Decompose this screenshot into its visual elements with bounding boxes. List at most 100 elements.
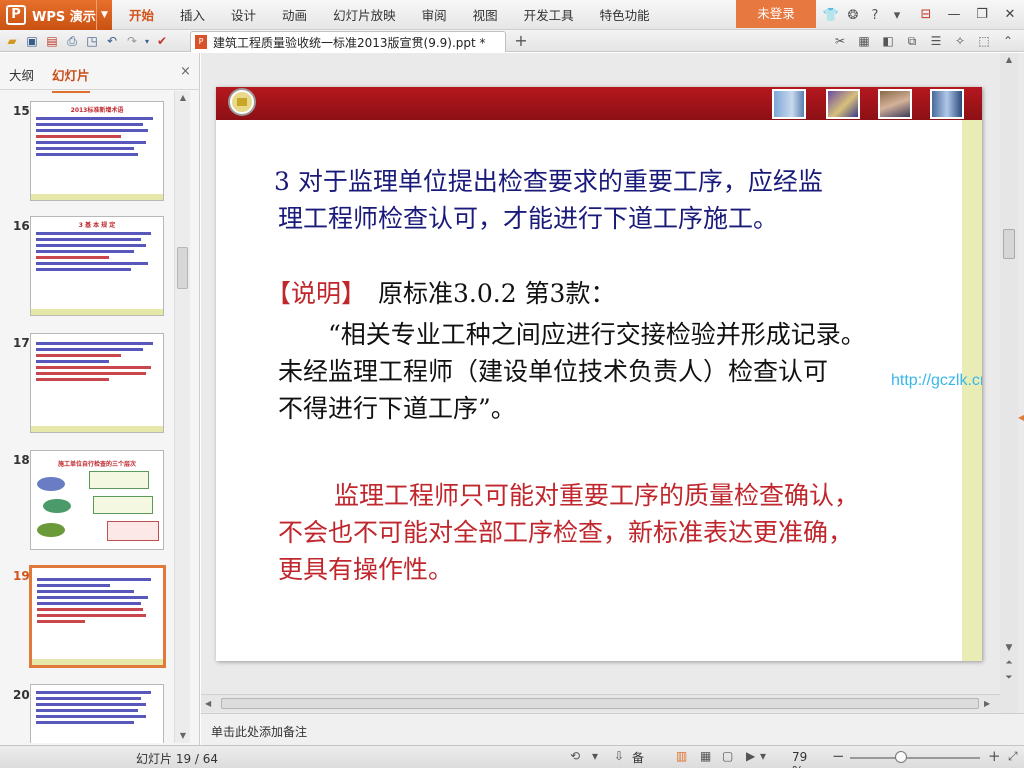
tab-slides[interactable]: 幻灯片	[52, 65, 90, 93]
align-icon[interactable]: ☰	[924, 34, 948, 48]
main-menu: 开始 插入 设计 动画 幻灯片放映 审阅 视图 开发工具 特色功能	[116, 0, 663, 30]
transition-icon[interactable]: ◧	[876, 34, 900, 48]
close-icon[interactable]: ✕	[996, 0, 1024, 30]
slide-panel: 大纲 幻灯片 × 15 2013标准新增术语 16 3 基 本 规 定 17 1…	[0, 53, 200, 745]
menu-animation[interactable]: 动画	[269, 0, 320, 30]
menu-developer[interactable]: 开发工具	[511, 0, 587, 30]
export-pdf-icon[interactable]: ▤	[42, 34, 62, 48]
horizontal-scrollbar[interactable]: ◀ ▶	[201, 694, 1000, 712]
ppt-file-icon: P	[195, 35, 207, 49]
slide-body-line[interactable]: 理工程师检查认可，才能进行下道工序施工。	[278, 199, 778, 235]
panel-expand-icon[interactable]: ◀	[1018, 413, 1024, 422]
slide-thumbnail-16[interactable]: 3 基 本 规 定	[30, 216, 164, 316]
conclusion-line[interactable]: 监理工程师只可能对重要工序的质量检查确认，	[334, 476, 859, 512]
app-menu-button[interactable]: P WPS 演示 ▼	[0, 0, 112, 30]
slide-sorter-icon[interactable]: ▦	[700, 749, 711, 763]
notes-placeholder[interactable]: 单击此处添加备注	[211, 723, 307, 740]
previous-slide-icon[interactable]: ⏶	[1000, 656, 1018, 671]
menu-insert[interactable]: 插入	[167, 0, 218, 30]
open-folder-icon[interactable]: ▰	[2, 34, 22, 48]
current-slide[interactable]: 3 对于监理单位提出检查要求的重要工序，应经监 理工程师检查认可，才能进行下道工…	[216, 87, 982, 661]
notes-pane[interactable]: 单击此处添加备注	[201, 713, 1024, 745]
scroll-down-icon[interactable]: ▼	[1000, 641, 1018, 656]
skin-icon[interactable]: ❂	[842, 8, 864, 23]
normal-view-icon[interactable]: ▥	[676, 749, 687, 763]
reading-view-icon[interactable]: ▢	[722, 749, 733, 763]
help-icon[interactable]: ?	[864, 8, 886, 23]
select-icon[interactable]: ⬚	[972, 34, 996, 48]
restore-icon[interactable]: ❐	[968, 0, 996, 30]
document-tab[interactable]: P 建筑工程质量验收统一标准2013版宣贯(9.9).ppt *	[190, 31, 506, 52]
slide-thumbnail-20[interactable]	[30, 684, 164, 743]
undo-icon[interactable]: ↶	[102, 34, 122, 48]
scroll-up-icon[interactable]: ▲	[1000, 53, 1018, 67]
notes-icon[interactable]: ⇩	[614, 749, 624, 763]
minimize-icon[interactable]: —	[940, 0, 968, 30]
right-toolbar-icons: ✂ ▦ ◧ ⧉ ☰ ✧ ⬚ ⌃	[828, 30, 1020, 52]
slide-thumbnail-19[interactable]	[29, 565, 166, 668]
conclusion-line[interactable]: 不会也不可能对全部工序检查，新标准表达更准确，	[278, 513, 853, 549]
scroll-thumb[interactable]	[177, 247, 188, 289]
login-button[interactable]: 未登录	[736, 0, 816, 28]
vertical-scrollbar[interactable]: ▲ ▼ ⏶ ⏷	[1000, 53, 1018, 713]
menu-home[interactable]: 开始	[116, 0, 167, 30]
save-icon[interactable]: ▣	[22, 34, 42, 48]
menu-review[interactable]: 审阅	[409, 0, 460, 30]
slide-body-line[interactable]: 3 对于监理单位提出检查要求的重要工序，应经监	[274, 162, 823, 198]
menu-slideshow[interactable]: 幻灯片放映	[320, 0, 409, 30]
zoom-out-button[interactable]: −	[832, 747, 845, 765]
note-text[interactable]: 原标准3.0.2 第3款：	[378, 274, 615, 310]
tab-outline[interactable]: 大纲	[9, 65, 34, 84]
shirt-icon[interactable]: 👕	[820, 8, 842, 23]
scroll-up-icon[interactable]: ▲	[175, 91, 191, 105]
arrange-icon[interactable]: ⧉	[900, 34, 924, 49]
thumbnail-scrollbar[interactable]: ▲ ▼	[174, 91, 190, 743]
zoom-slider[interactable]	[850, 757, 980, 759]
format-painter-icon[interactable]: ✂	[828, 34, 852, 48]
scroll-left-icon[interactable]: ◀	[205, 695, 211, 713]
redo-icon[interactable]: ↷	[122, 34, 142, 48]
menu-features[interactable]: 特色功能	[587, 0, 663, 30]
quick-toolbar: ▰ ▣ ▤ ⎙ ◳ ↶ ↷ ▾ ✔ P 建筑工程质量验收统一标准2013版宣贯(…	[0, 30, 1024, 52]
chevron-down-icon[interactable]: ▾	[142, 37, 152, 46]
print-icon[interactable]: ⎙	[62, 34, 82, 49]
quote-line[interactable]: 不得进行下道工序”。	[278, 389, 516, 425]
scroll-thumb[interactable]	[1003, 229, 1015, 259]
scroll-down-icon[interactable]: ▼	[175, 729, 191, 743]
menu-view[interactable]: 视图	[460, 0, 511, 30]
slide-thumbnail-17[interactable]	[30, 333, 164, 433]
slide-thumbnail-18[interactable]: 施工单位自行检查的三个层次	[30, 450, 164, 550]
app-name: WPS 演示	[32, 9, 96, 25]
slide-header-band	[216, 87, 982, 120]
collapse-icon[interactable]: ⊟	[912, 0, 940, 30]
new-tab-button[interactable]: +	[512, 30, 530, 52]
note-label[interactable]: 【说明】	[266, 274, 366, 310]
history-icon[interactable]: ⟲	[570, 749, 580, 763]
close-icon[interactable]: ×	[180, 64, 191, 79]
slide-thumbnail-15[interactable]: 2013标准新增术语	[30, 101, 164, 201]
fit-window-icon[interactable]: ⤢	[1008, 749, 1018, 764]
notes-toggle[interactable]: 备注	[632, 749, 644, 768]
scroll-thumb[interactable]	[221, 698, 979, 709]
thumbnail-number: 17	[13, 336, 30, 350]
chevron-down-icon[interactable]: ▾	[760, 749, 766, 763]
menu-design[interactable]: 设计	[218, 0, 269, 30]
chevron-down-icon[interactable]: ▾	[592, 749, 598, 763]
slideshow-icon[interactable]: ▶	[746, 749, 755, 763]
conclusion-line[interactable]: 更具有操作性。	[278, 550, 453, 586]
zoom-in-button[interactable]: +	[988, 747, 1001, 765]
find-icon[interactable]: ✧	[948, 34, 972, 48]
chevron-down-icon[interactable]: ▼	[96, 0, 112, 30]
print-preview-icon[interactable]: ◳	[82, 34, 102, 48]
scroll-right-icon[interactable]: ▶	[984, 695, 990, 713]
quote-line[interactable]: “相关专业工种之间应进行交接检验并形成记录。	[328, 315, 866, 351]
checkmark-icon[interactable]: ✔	[152, 34, 172, 48]
building-photo-icon	[930, 89, 964, 119]
quote-line[interactable]: 未经监理工程师（建设单位技术负责人）检查认可	[278, 352, 828, 388]
quick-access-tools: ▰ ▣ ▤ ⎙ ◳ ↶ ↷ ▾ ✔	[2, 30, 172, 52]
zoom-slider-handle[interactable]	[895, 751, 907, 763]
chevron-up-icon[interactable]: ⌃	[996, 34, 1020, 48]
slide-layout-icon[interactable]: ▦	[852, 34, 876, 48]
next-slide-icon[interactable]: ⏷	[1000, 671, 1018, 686]
chevron-down-icon[interactable]: ▾	[886, 8, 908, 23]
